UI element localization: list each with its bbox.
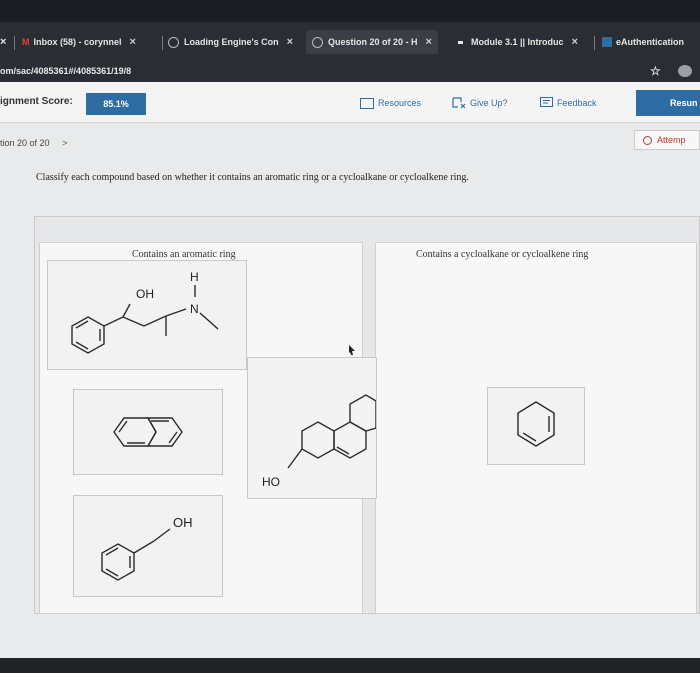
tab-loading-label: Loading Engine's Con <box>184 37 279 47</box>
gmail-icon: M <box>22 37 30 47</box>
h-label: H <box>190 270 199 284</box>
mouse-cursor-icon <box>349 345 355 355</box>
feedback-icon <box>540 97 553 107</box>
tricyclic-structure: HO <box>262 394 377 489</box>
attempt-status-icon <box>643 135 652 145</box>
tab-module-label: Module 3.1 || Introduc <box>471 37 564 47</box>
feedback-button[interactable]: Feedback <box>540 94 597 112</box>
tab-close-icon[interactable]: × <box>0 30 6 54</box>
loading-icon <box>168 36 179 48</box>
address-bar[interactable]: om/sac/4085361#/4085361/19/8 ☆ <box>0 62 700 82</box>
tab-question[interactable]: Question 20 of 20 - H × <box>306 30 438 54</box>
resources-icon <box>360 97 374 109</box>
benzyl-alcohol-structure: OH <box>101 515 193 581</box>
extension-icon[interactable] <box>678 65 692 77</box>
bookmark-star-icon[interactable]: ☆ <box>650 64 661 78</box>
browser-tab-bar: × M Inbox (58) - corynnel × Loading Engi… <box>0 22 700 62</box>
bottom-bezel <box>0 658 700 673</box>
compound-card-cyclohexadiene[interactable] <box>487 387 585 465</box>
cyclohexadiene-structure <box>517 401 555 447</box>
compound-card-benzyl-alcohol[interactable]: OH <box>73 495 223 597</box>
attempt-button[interactable]: Attemp <box>634 130 700 150</box>
score-bar: ignment Score: 85.1% Resources Give Up? … <box>0 82 700 123</box>
attempt-label: Attemp <box>657 135 686 145</box>
tab-eauthentication[interactable]: eAuthentication <box>602 30 684 54</box>
url-text: om/sac/4085361#/4085361/19/8 <box>0 66 132 76</box>
score-badge: 85.1% <box>86 93 146 115</box>
resume-button[interactable]: Resun <box>636 90 700 116</box>
question-navigator: tion 20 of 20 > <box>0 138 67 148</box>
give-up-icon <box>452 97 466 109</box>
close-icon[interactable]: × <box>426 36 432 48</box>
classification-board: Contains an aromatic ring Contains a cyc… <box>34 216 700 614</box>
assignment-score-label: ignment Score: <box>0 96 73 107</box>
tab-module[interactable]: Module 3.1 || Introduc × <box>458 30 578 54</box>
feedback-label: Feedback <box>557 98 597 108</box>
close-icon[interactable]: × <box>572 36 578 48</box>
aromatic-bin-title: Contains an aromatic ring <box>132 249 236 260</box>
oh-label: OH <box>136 287 154 301</box>
n-label: N <box>190 302 199 316</box>
loading-icon <box>312 36 323 48</box>
tab-question-label: Question 20 of 20 - H <box>328 37 418 47</box>
tab-loading-engine[interactable]: Loading Engine's Con × <box>168 30 293 54</box>
oh-label: OH <box>173 515 193 530</box>
amino-alcohol-structure: OH H N <box>71 270 219 354</box>
auth-icon <box>602 37 612 47</box>
compound-card-naphthalene[interactable] <box>73 389 223 475</box>
tab-eauth-label: eAuthentication <box>616 37 685 47</box>
naphthalene-structure <box>113 417 183 447</box>
ho-label: HO <box>262 475 280 489</box>
tab-inbox-label: Inbox (58) - corynnel <box>33 37 122 47</box>
close-icon[interactable]: × <box>287 36 293 48</box>
tab-inbox[interactable]: M Inbox (58) - corynnel × <box>22 30 136 54</box>
tab-separator <box>14 36 15 50</box>
tab-dot-icon <box>458 40 463 44</box>
question-instruction: Classify each compound based on whether … <box>36 172 469 183</box>
assignment-page: ignment Score: 85.1% Resources Give Up? … <box>0 82 700 658</box>
give-up-button[interactable]: Give Up? <box>452 94 508 112</box>
resources-label: Resources <box>378 98 422 108</box>
question-position: tion 20 of 20 <box>0 138 50 148</box>
cyclo-bin-title: Contains a cycloalkane or cycloalkene ri… <box>416 249 589 260</box>
close-icon[interactable]: × <box>130 36 136 48</box>
tab-separator <box>594 36 595 50</box>
give-up-label: Give Up? <box>470 98 508 108</box>
compound-card-amino-alcohol[interactable]: OH H N <box>47 260 247 370</box>
tab-separator <box>162 36 163 50</box>
compound-card-tricyclic[interactable]: HO <box>247 357 377 499</box>
resources-button[interactable]: Resources <box>360 94 421 112</box>
chevron-right-icon[interactable]: > <box>62 138 67 148</box>
